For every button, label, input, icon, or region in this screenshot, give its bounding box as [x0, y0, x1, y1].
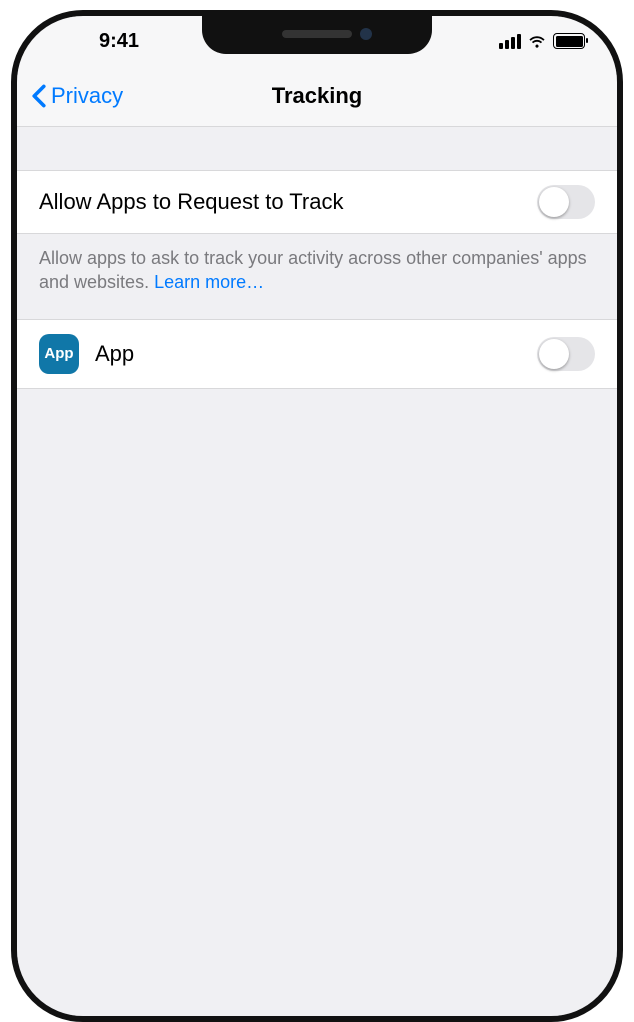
- wifi-icon: [527, 31, 547, 51]
- allow-tracking-toggle[interactable]: [537, 185, 595, 219]
- allow-tracking-label: Allow Apps to Request to Track: [39, 189, 537, 215]
- chevron-left-icon: [31, 84, 47, 108]
- back-button[interactable]: Privacy: [17, 83, 123, 109]
- notch: [202, 14, 432, 54]
- front-camera: [360, 28, 372, 40]
- nav-bar: Privacy Tracking: [17, 66, 617, 127]
- footer-description: Allow apps to ask to track your activity…: [39, 248, 587, 292]
- status-time: 9:41: [49, 30, 189, 53]
- app-row: App App: [17, 320, 617, 389]
- app-icon: App: [39, 334, 79, 374]
- allow-tracking-row: Allow Apps to Request to Track: [17, 171, 617, 234]
- section-spacer: [17, 126, 617, 171]
- back-label: Privacy: [51, 83, 123, 109]
- section-footer: Allow apps to ask to track your activity…: [17, 234, 617, 320]
- cellular-signal-icon: [499, 34, 521, 49]
- app-name-label: App: [95, 341, 537, 367]
- content-area: Allow Apps to Request to Track Allow app…: [17, 126, 617, 1016]
- app-tracking-toggle[interactable]: [537, 337, 595, 371]
- battery-icon: [553, 33, 585, 49]
- speaker-grille: [282, 30, 352, 38]
- status-indicators: [445, 31, 585, 51]
- learn-more-link[interactable]: Learn more…: [154, 272, 264, 292]
- device-frame: 9:41 Privacy Tracking Allow Apps to Requ…: [11, 10, 623, 1022]
